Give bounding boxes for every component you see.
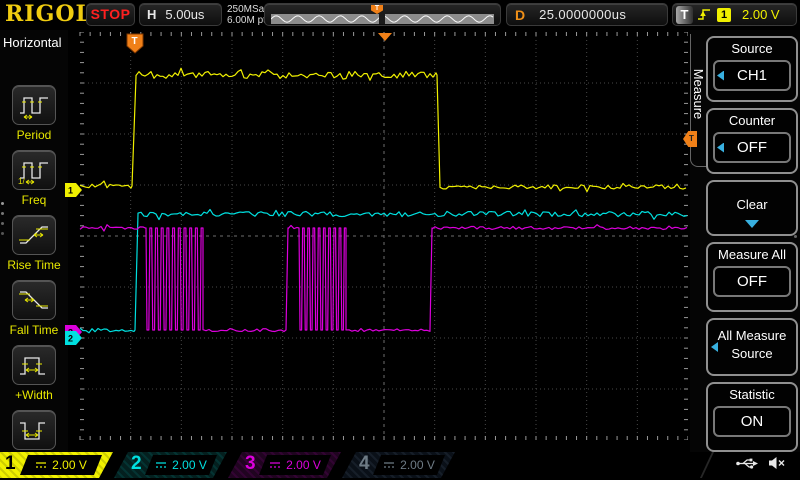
trigger-flag-label: T	[132, 36, 138, 47]
chevron-left-icon	[717, 71, 724, 81]
right-measure-menu: Measure T Source CH1 Counter OFF Clear M…	[690, 30, 800, 452]
trigger-level-value: 2.00 V	[742, 7, 780, 22]
menu-item-period[interactable]: Period	[0, 85, 68, 142]
dc-coupling-icon	[35, 461, 47, 469]
menu-all-measure-source-button[interactable]: All Measure Source	[706, 318, 798, 376]
run-state-indicator[interactable]: STOP	[86, 3, 135, 26]
menu-statistic-label: Statistic	[708, 384, 796, 402]
minus-width-icon	[17, 415, 51, 445]
waveform-memory-preview: T	[264, 3, 501, 26]
channel-number: 2	[131, 453, 142, 475]
menu-measure-all-button[interactable]: Measure All OFF	[706, 242, 798, 312]
speaker-muted-icon	[768, 456, 786, 470]
channel-scale-box: 2.00 V	[259, 455, 331, 475]
statusbar-separator	[700, 452, 714, 478]
dc-coupling-icon	[155, 461, 167, 469]
fall-time-icon	[17, 285, 51, 315]
top-status-bar: RIGOL STOP H 5.00us 250MSa/s 6.00M pts T…	[0, 0, 800, 30]
channel-2-status[interactable]: 2 2.00 V	[114, 452, 228, 478]
all-measure-line2: Source	[708, 343, 796, 361]
menu-measure-all-label: Measure All	[708, 244, 796, 262]
channel-4-status[interactable]: 4 2.00 V	[342, 452, 456, 478]
channel-1-status[interactable]: 1 2.00 V	[0, 452, 114, 478]
all-measure-line1: All Measure	[708, 320, 796, 343]
menu-source-value: CH1	[713, 60, 791, 91]
horizontal-timebase-box[interactable]: H 5.00us	[139, 3, 222, 26]
menu-item-label: Fall Time	[0, 323, 68, 337]
period-icon	[17, 90, 51, 120]
delay-label: D	[515, 7, 525, 23]
channel-3-status[interactable]: 3 2.00 V	[228, 452, 342, 478]
ground-marker-label: 1	[68, 186, 73, 196]
trigger-info-box[interactable]: T 1 2.00 V	[672, 3, 797, 26]
rise-time-icon	[17, 220, 51, 250]
dc-coupling-icon	[269, 461, 281, 469]
menu-counter-value: OFF	[713, 132, 791, 163]
channel-scale-box: 2.00 V	[145, 455, 217, 475]
menu-item-plus-width[interactable]: +Width	[0, 345, 68, 402]
memory-window-notch	[379, 14, 385, 24]
channel-scale-box: 2.00 V	[20, 455, 102, 475]
menu-measure-all-value: OFF	[713, 266, 791, 297]
rising-edge-icon	[697, 7, 712, 22]
horizontal-label: H	[147, 7, 156, 22]
freq-icon: 1/	[17, 155, 51, 185]
memory-bar	[271, 14, 494, 24]
menu-clear-button[interactable]: Clear	[706, 180, 798, 236]
menu-source-label: Source	[708, 38, 796, 56]
menu-statistic-value: ON	[713, 406, 791, 437]
usb-icon	[735, 457, 759, 470]
menu-item-rise-time[interactable]: Rise Time	[0, 215, 68, 272]
left-menu-title: Horizontal	[3, 35, 62, 50]
memory-trigger-flag: T	[371, 5, 383, 14]
menu-counter-label: Counter	[708, 110, 796, 128]
menu-item-label: +Width	[0, 388, 68, 402]
waveform-ch1	[80, 68, 686, 191]
menu-statistic-button[interactable]: Statistic ON	[706, 382, 798, 452]
channel-number: 3	[245, 453, 256, 475]
timebase-value: 5.00us	[165, 7, 204, 22]
menu-item-fall-time[interactable]: Fall Time	[0, 280, 68, 337]
svg-text:1/: 1/	[18, 177, 25, 185]
waveform-display-grid: 321T	[64, 32, 688, 440]
trigger-label-chip: T	[676, 6, 693, 24]
dc-coupling-icon	[383, 461, 395, 469]
system-status-icons	[735, 456, 786, 470]
menu-clear-label: Clear	[708, 182, 796, 212]
channel-number: 4	[359, 453, 370, 475]
ground-marker-label: 2	[68, 334, 73, 344]
menu-item-label: Freq	[0, 193, 68, 207]
channel-scale-box: 2.00 V	[373, 455, 445, 475]
tab-measure[interactable]: Measure	[690, 43, 706, 145]
menu-counter-button[interactable]: Counter OFF	[706, 108, 798, 174]
rigol-logo: RIGOL	[5, 1, 92, 27]
menu-item-label: Rise Time	[0, 258, 68, 272]
menu-item-freq[interactable]: 1/ Freq	[0, 150, 68, 207]
menu-item-label: Period	[0, 128, 68, 142]
delay-position-triangle[interactable]	[378, 33, 392, 41]
channel-number: 1	[5, 453, 16, 475]
oscilloscope-screen: { "top_bar": { "logo": "RIGOL", "run_sta…	[0, 0, 800, 480]
plus-width-icon	[17, 350, 51, 380]
delay-value: 25.0000000us	[539, 7, 626, 22]
trigger-delay-box[interactable]: D 25.0000000us	[506, 3, 668, 26]
chevron-down-icon	[745, 220, 759, 228]
menu-source-button[interactable]: Source CH1	[706, 36, 798, 102]
chevron-left-icon	[717, 143, 724, 153]
channel-status-bar: 1 2.00 V 2 2.00 V 3 2.00 V 4 2.00 V	[0, 452, 800, 478]
trigger-source-badge: 1	[717, 8, 731, 22]
left-measure-menu: Horizontal Period 1/ Freq Rise Time	[0, 30, 68, 452]
